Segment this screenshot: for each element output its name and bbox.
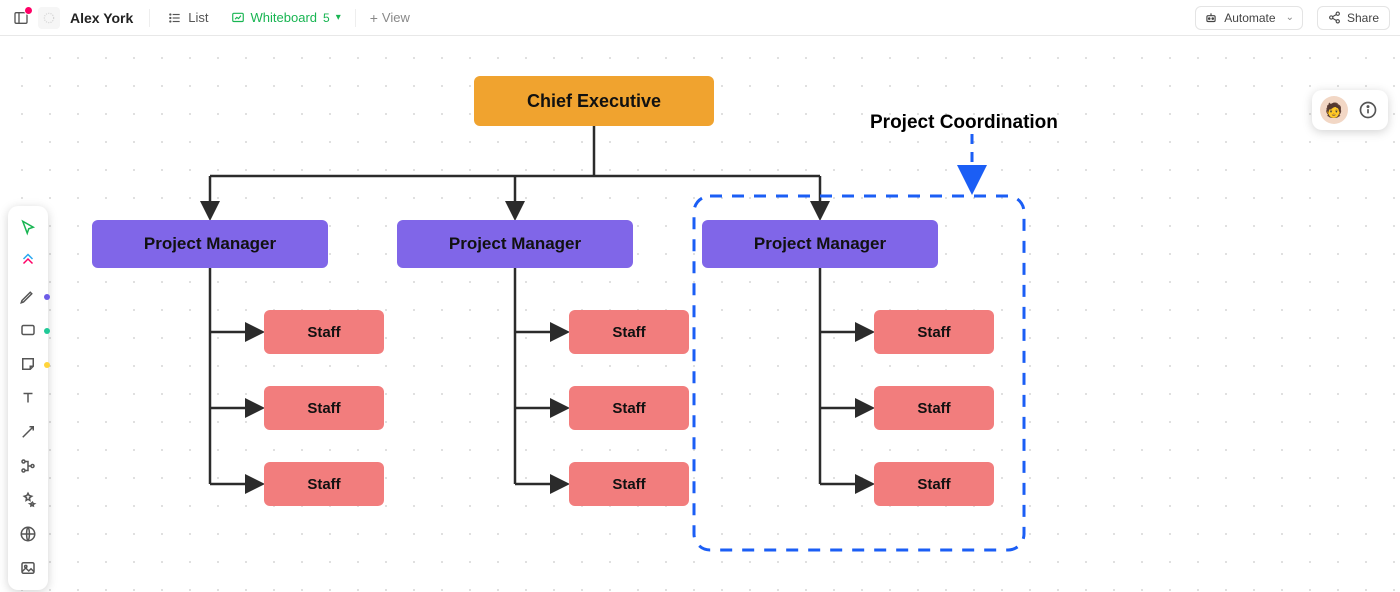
tab-whiteboard-label: Whiteboard [251,10,317,25]
node-staff-2a[interactable]: Staff [569,310,689,354]
node-project-manager-1[interactable]: Project Manager [92,220,328,268]
add-view-button[interactable]: + View [360,4,420,32]
color-dot-icon [44,328,50,334]
node-staff-3c[interactable]: Staff [874,462,994,506]
node-label: Project Manager [144,234,276,254]
node-staff-3b[interactable]: Staff [874,386,994,430]
tab-whiteboard-count: 5 [323,11,330,25]
node-staff-2b[interactable]: Staff [569,386,689,430]
tool-web[interactable] [12,518,44,550]
workspace-title: Alex York [70,10,133,26]
node-label: Chief Executive [527,91,661,112]
whiteboard-toolbar [8,206,48,590]
avatar[interactable]: 🧑 [1320,96,1348,124]
color-dot-icon [44,362,50,368]
node-label: Staff [612,324,645,341]
node-label: Project Manager [449,234,581,254]
whiteboard-canvas[interactable]: 🧑 [0,36,1400,592]
tab-list[interactable]: List [158,4,218,31]
node-project-manager-3[interactable]: Project Manager [702,220,938,268]
automate-label: Automate [1224,11,1275,25]
info-icon[interactable] [1356,98,1380,122]
tool-schema[interactable] [12,450,44,482]
view-tabs: List Whiteboard 5 ▾ + View [158,4,420,32]
node-label: Staff [307,324,340,341]
tool-image[interactable] [12,552,44,584]
tool-sticky[interactable] [12,348,44,380]
node-label: Staff [307,400,340,417]
node-staff-2c[interactable]: Staff [569,462,689,506]
tool-rectangle[interactable] [12,314,44,346]
node-staff-1c[interactable]: Staff [264,462,384,506]
separator [355,9,356,27]
node-label: Project Manager [754,234,886,254]
node-project-manager-2[interactable]: Project Manager [397,220,633,268]
tool-connector[interactable] [12,416,44,448]
node-label: Staff [612,476,645,493]
presence-panel: 🧑 [1312,90,1388,130]
node-label: Staff [612,400,645,417]
separator [149,9,150,27]
node-staff-1a[interactable]: Staff [264,310,384,354]
workspace-icon[interactable] [38,7,60,29]
tool-ai[interactable] [12,484,44,516]
tool-text[interactable] [12,382,44,414]
chevron-down-icon: ▾ [336,12,341,23]
chevron-down-icon: ⌄ [1286,12,1294,23]
node-label: Staff [917,324,950,341]
color-dot-icon [44,294,50,300]
sidebar-toggle-icon[interactable] [10,7,32,29]
tool-cursor[interactable] [12,212,44,244]
automate-button[interactable]: Automate ⌄ [1195,6,1303,30]
share-button[interactable]: Share [1317,6,1390,30]
share-label: Share [1347,11,1379,25]
node-chief-executive[interactable]: Chief Executive [474,76,714,126]
add-view-label: View [382,10,410,25]
node-staff-1b[interactable]: Staff [264,386,384,430]
plus-icon: + [370,10,378,26]
node-label: Staff [917,476,950,493]
tool-pen[interactable] [12,280,44,312]
node-label: Staff [917,400,950,417]
topbar: Alex York List Whiteboard 5 ▾ + View Aut… [0,0,1400,36]
tool-shapes[interactable] [12,246,44,278]
annotation-project-coordination[interactable]: Project Coordination [870,112,1058,134]
node-label: Staff [307,476,340,493]
node-staff-3a[interactable]: Staff [874,310,994,354]
tab-whiteboard[interactable]: Whiteboard 5 ▾ [221,4,351,31]
tab-list-label: List [188,10,208,25]
